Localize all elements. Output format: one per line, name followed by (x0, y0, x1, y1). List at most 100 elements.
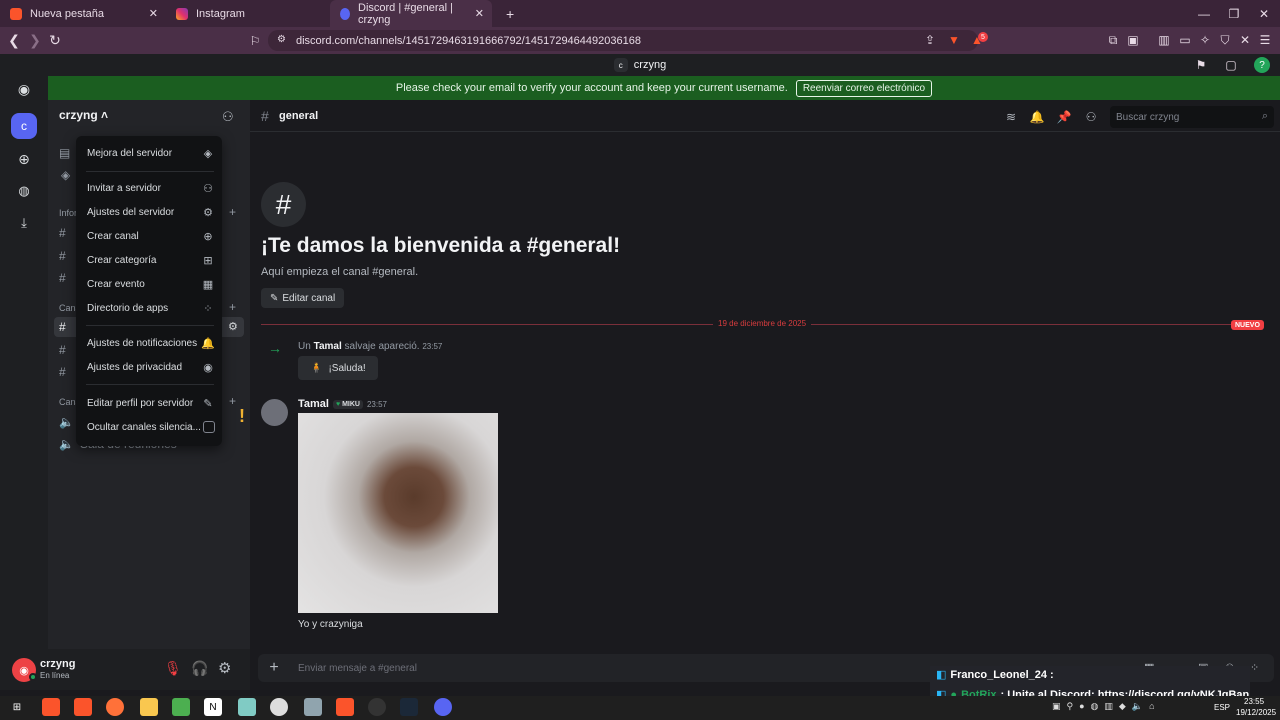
warning-icon[interactable]: ! (232, 404, 252, 428)
bookmark-icon[interactable]: ⚐ (244, 27, 266, 54)
message-image[interactable] (298, 413, 498, 613)
menu-icon[interactable]: ☰ (1256, 31, 1274, 49)
guild-tag[interactable]: ♥ MIKU (332, 399, 363, 409)
back-icon[interactable]: ❮ (3, 27, 25, 54)
tray-icon[interactable]: ⚲ (1067, 701, 1074, 715)
taskbar-firefox-icon[interactable] (106, 698, 124, 716)
menu-item-privacy[interactable]: Ajustes de privacidad ◉ (87, 357, 215, 377)
vpn-icon[interactable]: ⛉ (1216, 31, 1234, 49)
tray-icon[interactable]: ● (1079, 701, 1084, 715)
boost-icon[interactable]: ◈ (61, 168, 70, 182)
menu-item-create-channel[interactable]: Crear canal ⊕ (87, 226, 215, 246)
menu-item-invite[interactable]: Invitar a servidor ⚇ (87, 178, 215, 198)
channel-item[interactable]: # (59, 317, 66, 337)
brave-shields-icon[interactable]: ▼ (945, 31, 963, 49)
flag-icon[interactable]: ⚑ (1192, 56, 1210, 74)
close-icon[interactable]: ✕ (149, 7, 158, 20)
avatar[interactable] (261, 399, 288, 426)
channel-settings-icon[interactable]: ⚙ (228, 320, 238, 333)
menu-item-server-boost[interactable]: Mejora del servidor ◈ (87, 143, 215, 163)
reload-icon[interactable]: ↻ (44, 27, 66, 54)
headphones-icon[interactable]: 🎧 (191, 660, 208, 677)
taskbar-brave-beta-icon[interactable] (74, 698, 92, 716)
server-button[interactable]: c (11, 113, 37, 139)
tab-instagram[interactable]: Instagram (166, 0, 330, 27)
windows-start-icon[interactable]: ⊞ (8, 698, 26, 716)
new-tab-button[interactable]: + (496, 0, 516, 27)
language-indicator[interactable]: ESP (1214, 703, 1230, 712)
resend-email-button[interactable]: Reenviar correo electrónico (795, 79, 933, 97)
menu-item-notifications[interactable]: Ajustes de notificaciones 🔔 (87, 333, 215, 353)
pin-icon[interactable]: 📌 (1055, 108, 1073, 126)
help-icon[interactable]: ? (1254, 57, 1270, 73)
url-bar[interactable]: ⚙ discord.com/channels/14517294631916667… (268, 30, 978, 51)
channel-item[interactable]: # (59, 362, 66, 382)
category-info[interactable]: Infor (59, 208, 77, 218)
mic-muted-icon[interactable]: 🎙 (164, 660, 182, 677)
forward-icon[interactable]: ❯ (24, 27, 46, 54)
share-icon[interactable]: ⇪ (921, 31, 939, 49)
tray-icon[interactable]: ▣ (1052, 701, 1061, 715)
discover-icon[interactable]: ◍ (11, 178, 37, 204)
menu-item-create-event[interactable]: Crear evento ▦ (87, 274, 215, 294)
channel-item[interactable]: # (59, 340, 66, 360)
menu-item-server-settings[interactable]: Ajustes del servidor ⚙ (87, 202, 215, 222)
window-close-icon[interactable]: ✕ (1248, 0, 1280, 27)
user-name[interactable]: crzyng (40, 658, 75, 670)
taskbar-brave-active-icon[interactable] (336, 698, 354, 716)
tab-new-tab[interactable]: Nueva pestaña ✕ (0, 0, 166, 27)
taskbar-app-icon[interactable] (304, 698, 322, 716)
leo-icon[interactable]: ✧ (1196, 31, 1214, 49)
edit-channel-button[interactable]: ✎ Editar canal (261, 288, 345, 308)
extensions-icon[interactable]: ⧉ (1104, 31, 1122, 49)
taskbar-obs-icon[interactable] (368, 698, 386, 716)
menu-item-hide-muted[interactable]: Ocultar canales silencia... (87, 417, 215, 437)
voice-channel-item[interactable]: 🔈 (59, 412, 74, 432)
events-icon[interactable]: ▤ (59, 146, 70, 160)
taskbar-app-icon[interactable] (238, 698, 256, 716)
discord-home-icon[interactable]: ◉ (11, 76, 37, 102)
volume-icon[interactable]: 🔈 (1132, 701, 1143, 715)
tray-icon[interactable]: ◆ (1119, 701, 1126, 715)
menu-item-edit-profile[interactable]: Editar perfil por servidor ✎ (87, 393, 215, 413)
add-channel-icon[interactable]: + (229, 205, 236, 219)
site-info-icon[interactable]: ⚙ (277, 34, 286, 45)
tray-icon[interactable]: ▥ (1104, 701, 1113, 715)
clock-time[interactable]: 23:55 (1244, 697, 1264, 706)
channel-item[interactable]: # (59, 223, 66, 243)
bell-icon[interactable]: 🔔 (1028, 108, 1046, 126)
taskbar-app-icon[interactable] (270, 698, 288, 716)
system-tray[interactable]: ▣ ⚲ ● ◍ ▥ ◆ 🔈 ⌂ (1052, 701, 1202, 715)
invite-icon[interactable]: ⚇ (222, 109, 234, 125)
taskbar-calc-icon[interactable] (172, 698, 190, 716)
taskbar-brave-icon[interactable] (42, 698, 60, 716)
user-settings-icon[interactable]: ⚙ (218, 659, 231, 677)
search-input[interactable]: Buscar crzyng ⌕ (1110, 106, 1274, 128)
channel-item[interactable]: # (59, 268, 66, 288)
tray-icon[interactable]: ◍ (1091, 701, 1099, 715)
taskbar-explorer-icon[interactable] (140, 698, 158, 716)
tab-discord[interactable]: Discord | #general | crzyng ✕ (330, 0, 492, 27)
server-name-header[interactable]: crzyng ˄ (59, 108, 108, 122)
taskbar-steam-icon[interactable] (400, 698, 418, 716)
restore-icon[interactable]: ❐ (1218, 0, 1250, 27)
join-user[interactable]: Tamal (314, 341, 342, 352)
network-icon[interactable]: ⌂ (1149, 701, 1154, 715)
taskbar-notion-icon[interactable]: N (204, 698, 222, 716)
wave-button[interactable]: 🧍 ¡Saluda! (298, 356, 378, 380)
menu-item-app-directory[interactable]: Directorio de apps ⁘ (87, 298, 215, 318)
apps-icon[interactable]: ⁘ (1250, 661, 1259, 674)
download-icon[interactable]: ⤓ (11, 210, 37, 236)
clock-date[interactable]: 19/12/2025 (1236, 708, 1276, 717)
members-icon[interactable]: ⚇ (1082, 108, 1100, 126)
inbox-icon[interactable]: ▢ (1222, 56, 1240, 74)
close-icon[interactable]: ✕ (475, 7, 484, 20)
menu-item-create-category[interactable]: Crear categoría ⊞ (87, 250, 215, 270)
sidebar-icon[interactable]: ▥ (1155, 31, 1173, 49)
channel-item[interactable]: # (59, 246, 66, 266)
wallet-icon[interactable]: ▭ (1176, 31, 1194, 49)
screenshot-icon[interactable]: ▣ (1124, 31, 1142, 49)
tools-icon[interactable]: ✕ (1236, 31, 1254, 49)
message-author[interactable]: Tamal (298, 398, 329, 410)
minimize-icon[interactable]: — (1188, 0, 1220, 27)
